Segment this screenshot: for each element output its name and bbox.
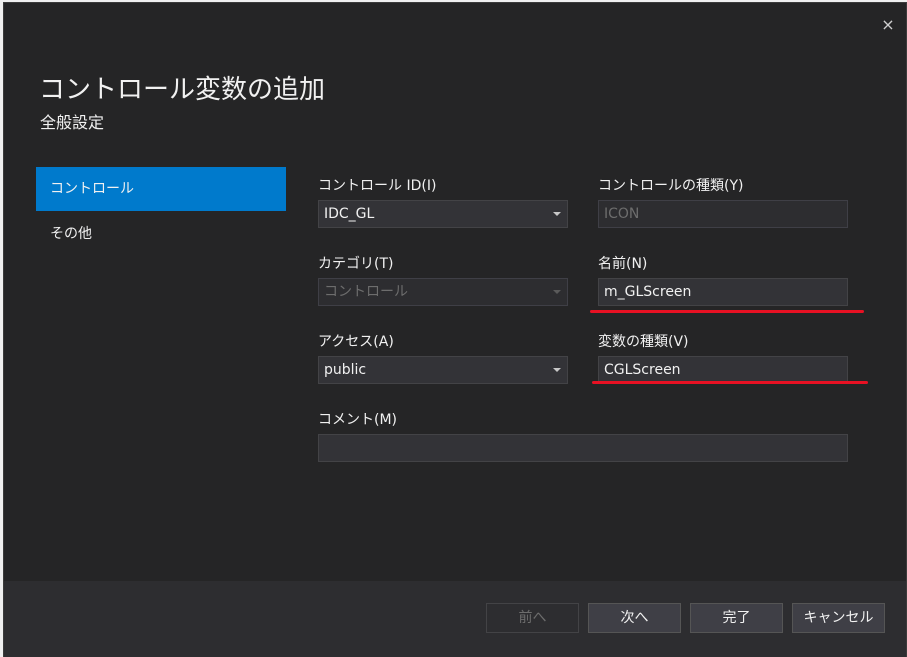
variable-type-input[interactable]: CGLScreen xyxy=(598,356,848,384)
chevron-down-icon xyxy=(553,212,561,216)
access-combo[interactable]: public xyxy=(318,356,568,384)
control-type-label: コントロールの種類(Y) xyxy=(598,178,744,194)
control-type-field: ICON xyxy=(598,200,848,228)
control-type-value: ICON xyxy=(604,206,640,222)
category-label: カテゴリ(T) xyxy=(318,256,394,272)
control-id-label: コントロール ID(I) xyxy=(318,178,437,194)
name-input[interactable]: m_GLScreen xyxy=(598,278,848,306)
variable-type-label: 変数の種類(V) xyxy=(598,334,689,350)
control-id-combo[interactable]: IDC_GL xyxy=(318,200,568,228)
prev-button: 前へ xyxy=(486,603,579,633)
chevron-down-icon xyxy=(553,368,561,372)
next-button[interactable]: 次へ xyxy=(588,603,681,633)
category-value: コントロール xyxy=(324,284,408,300)
category-combo: コントロール xyxy=(318,278,568,306)
comment-input[interactable] xyxy=(318,434,848,462)
name-value: m_GLScreen xyxy=(604,284,692,300)
add-control-variable-dialog: × コントロール変数の追加 全般設定 コントロール その他 コントロール ID(… xyxy=(3,2,907,657)
dialog-subtitle: 全般設定 xyxy=(40,113,105,132)
name-highlight-underline xyxy=(590,310,864,313)
name-label: 名前(N) xyxy=(598,256,648,272)
nav-item-control[interactable]: コントロール xyxy=(36,167,286,211)
access-label: アクセス(A) xyxy=(318,334,394,350)
comment-label: コメント(M) xyxy=(318,412,398,428)
control-id-value: IDC_GL xyxy=(324,206,375,222)
close-icon[interactable]: × xyxy=(878,15,898,35)
access-value: public xyxy=(324,362,367,378)
variable-type-value: CGLScreen xyxy=(604,362,681,378)
chevron-down-icon xyxy=(553,290,561,294)
cancel-button[interactable]: キャンセル xyxy=(792,603,885,633)
dialog-title: コントロール変数の追加 xyxy=(39,75,326,105)
variable-type-highlight-underline xyxy=(592,381,868,384)
finish-button[interactable]: 完了 xyxy=(690,603,783,633)
nav-item-other[interactable]: その他 xyxy=(36,212,286,256)
